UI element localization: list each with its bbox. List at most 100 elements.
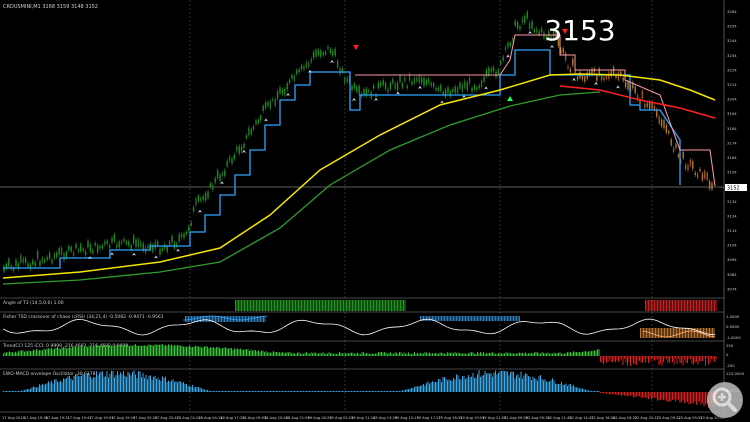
cci-bar: [180, 345, 181, 356]
angle-bar: [403, 300, 404, 311]
candle-body: [526, 11, 528, 19]
cci-bar: [148, 344, 150, 356]
candle-body: [423, 77, 425, 86]
fisher-bar: [652, 328, 653, 338]
chart-canvas[interactable]: 3153 CRDUSMINI,M1 3168 3159 3148 3152 32…: [0, 0, 750, 422]
fisher-bar: [465, 316, 466, 321]
fisher-bar: [423, 316, 424, 321]
cci-bar: [579, 351, 580, 356]
fisher-bar: [453, 316, 454, 321]
candle-body: [440, 85, 442, 91]
cci-bar: [415, 353, 417, 356]
cci-bar: [345, 353, 346, 356]
candle-body: [528, 23, 531, 29]
ewo-bar: [63, 378, 64, 392]
cci-bar: [133, 344, 135, 356]
ewo-bar: [435, 381, 436, 392]
fisher-bar: [673, 328, 674, 338]
time-axis-label: 19 Aug 00:25: [307, 416, 331, 420]
candle-body: [224, 170, 226, 176]
ewo-bar: [384, 391, 385, 392]
fisher-bar: [424, 316, 426, 321]
cci-bar: [129, 346, 130, 356]
angle-bar: [382, 300, 383, 311]
angle-bar: [690, 300, 691, 311]
cci-bar: [214, 348, 216, 356]
angle-bar: [386, 300, 388, 311]
ewo-bar: [241, 391, 243, 392]
cci-bar: [633, 356, 634, 364]
ewo-bar: [387, 391, 388, 392]
cci-bar: [661, 356, 663, 366]
candle-body: [308, 62, 310, 67]
ewo-bar: [571, 386, 573, 392]
angle-bar: [368, 300, 370, 311]
candle-body: [264, 102, 267, 109]
ewo-bar: [618, 392, 619, 395]
fisher-bar: [513, 316, 514, 321]
ewo-bar: [336, 391, 337, 392]
ewo-bar: [178, 381, 180, 392]
ewo-bar: [127, 371, 129, 392]
ewo-bar: [103, 376, 105, 392]
cci-bar: [568, 352, 570, 356]
candle-body: [293, 75, 296, 81]
candle-body: [416, 77, 418, 82]
ewo-bar: [390, 391, 391, 392]
fisher-bar: [475, 316, 477, 321]
candle-body: [380, 82, 382, 86]
candle-body: [478, 85, 480, 89]
cci-bar: [231, 348, 232, 356]
fisher-bar: [466, 316, 468, 321]
cci-bar: [412, 353, 414, 356]
ewo-bar: [282, 391, 283, 392]
zoom-button[interactable]: [707, 382, 743, 418]
cci-bar: [414, 352, 415, 356]
cci-bar: [667, 356, 669, 363]
cci-bar: [712, 356, 714, 360]
time-axis-label: 19 Aug 15:13: [395, 416, 419, 420]
ewo-bar: [237, 391, 238, 392]
ewo-bar: [687, 392, 688, 403]
angle-bar: [353, 300, 355, 311]
fisher-bar: [480, 316, 481, 321]
cci-bar: [435, 353, 436, 356]
candle-body: [322, 52, 324, 56]
cci-bar: [352, 352, 354, 356]
cci-bar: [223, 347, 225, 356]
ewo-bar: [643, 392, 645, 398]
cci-bar: [312, 353, 313, 356]
cci-bar: [373, 353, 375, 356]
cci-bar: [478, 353, 480, 356]
candle-body: [267, 102, 269, 106]
candle-body: [207, 191, 209, 199]
angle-bar: [651, 300, 652, 311]
ewo-bar: [666, 392, 667, 402]
cci-bar: [262, 350, 264, 356]
price-axis-label: 3244: [727, 38, 737, 43]
fisher-bar: [481, 316, 483, 321]
ewo-bar: [627, 392, 628, 396]
cci-bar: [691, 356, 693, 364]
cci-bar: [27, 351, 28, 356]
ewo-bar: [54, 379, 55, 392]
cci-bar: [469, 352, 471, 356]
angle-bar: [254, 300, 256, 311]
candle-body: [368, 89, 370, 92]
ewo-bar: [106, 371, 108, 392]
ewo-bar: [465, 379, 466, 392]
cci-bar: [424, 352, 426, 356]
ewo-bar: [657, 392, 658, 401]
ewo-bar: [108, 377, 109, 392]
cci-bar: [627, 356, 628, 366]
cci-bar: [36, 349, 37, 356]
cci-bar: [630, 356, 631, 366]
cci-bar: [463, 353, 465, 356]
cci-bar: [235, 349, 237, 356]
angle-bar: [401, 300, 403, 311]
cci-bar: [289, 352, 291, 356]
ewo-bar: [6, 391, 7, 392]
fisher-bar: [490, 316, 492, 321]
candle-body: [233, 154, 236, 159]
ewo-bar: [561, 381, 562, 392]
